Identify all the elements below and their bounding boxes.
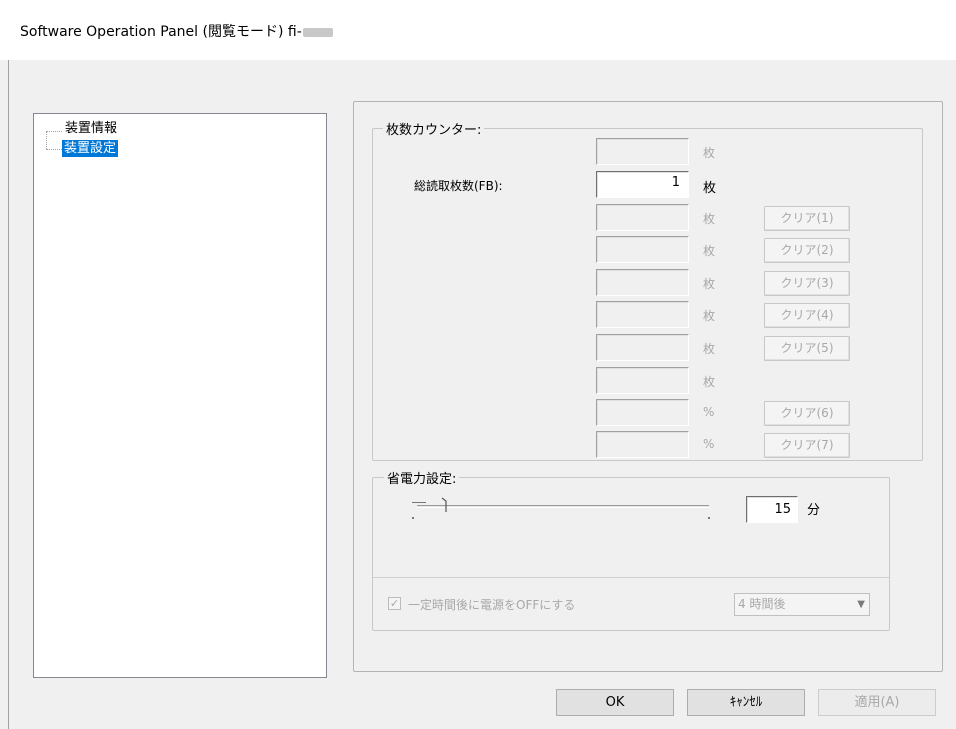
window-frame-left	[8, 60, 9, 729]
clear-button-4[interactable]: クリア(3)	[764, 271, 850, 296]
auto-power-off-label: 一定時間後に電源をOFFにする	[408, 598, 576, 612]
clear-button-9[interactable]: クリア(7)	[764, 433, 850, 458]
counter-value: 1	[671, 175, 680, 190]
tree-connector	[46, 131, 47, 149]
settings-tree[interactable]	[33, 113, 327, 678]
tree-connector	[46, 149, 62, 150]
chevron-down-icon[interactable]: ▼	[857, 594, 865, 615]
counter-field-4	[596, 269, 689, 296]
counter-field-1: 1	[596, 171, 689, 198]
counter-unit-0: 枚	[703, 146, 716, 160]
divider	[373, 577, 889, 578]
total-scan-count-label: 総読取枚数(FB):	[414, 179, 503, 193]
window-title: Software Operation Panel (閲覧モード) fi-	[20, 21, 333, 41]
clear-button-8[interactable]: クリア(6)	[764, 401, 850, 426]
counter-unit-3: 枚	[703, 244, 716, 258]
counter-unit-7: 枚	[703, 375, 716, 389]
clear-button-3[interactable]: クリア(2)	[764, 238, 850, 263]
tree-item-device-info[interactable]: 装置情報	[63, 120, 119, 137]
hours-select-value: 4 時間後	[738, 597, 786, 611]
slider-min-mark	[412, 502, 426, 503]
redacted-model-name	[302, 27, 333, 37]
power-saving-minutes-field[interactable]: 15	[746, 496, 798, 523]
auto-power-off-checkbox[interactable]: ✓	[388, 597, 401, 610]
window-title-text: Software Operation Panel (閲覧モード) fi-	[20, 24, 302, 40]
counter-field-2	[596, 204, 689, 231]
tree-connector	[46, 131, 62, 132]
tree-item-device-settings[interactable]: 装置設定	[62, 140, 119, 157]
counter-unit-6: 枚	[703, 342, 716, 356]
counter-field-9	[596, 431, 689, 458]
cancel-button[interactable]: ｷｬﾝｾﾙ	[687, 689, 805, 716]
ok-button[interactable]: OK	[556, 689, 674, 716]
counter-field-8	[596, 399, 689, 426]
power-saving-label: 省電力設定:	[384, 468, 460, 487]
counter-field-3	[596, 236, 689, 263]
counter-field-7	[596, 367, 689, 394]
counter-unit-9: %	[703, 437, 715, 451]
counter-group-label: 枚数カウンター:	[383, 119, 485, 138]
counter-field-6	[596, 334, 689, 361]
slider-thumb-icon	[441, 497, 447, 512]
power-saving-slider-track[interactable]	[417, 505, 709, 508]
apply-button[interactable]: 適用(A)	[818, 689, 936, 716]
slider-tick	[412, 517, 414, 519]
counter-field-5	[596, 301, 689, 328]
auto-power-off-hours-select[interactable]: 4 時間後 ▼	[734, 593, 870, 616]
clear-button-2[interactable]: クリア(1)	[764, 206, 850, 231]
counter-field-0	[596, 138, 689, 165]
clear-button-6[interactable]: クリア(5)	[764, 336, 850, 361]
counter-unit-2: 枚	[703, 212, 716, 226]
power-saving-slider-thumb[interactable]	[441, 497, 449, 513]
counter-unit-5: 枚	[703, 309, 716, 323]
counter-unit-8: %	[703, 405, 715, 419]
counter-unit-4: 枚	[703, 277, 716, 291]
slider-tick	[708, 517, 710, 519]
minutes-unit: 分	[807, 503, 821, 518]
counter-unit-1: 枚	[703, 181, 717, 196]
clear-button-5[interactable]: クリア(4)	[764, 303, 850, 328]
